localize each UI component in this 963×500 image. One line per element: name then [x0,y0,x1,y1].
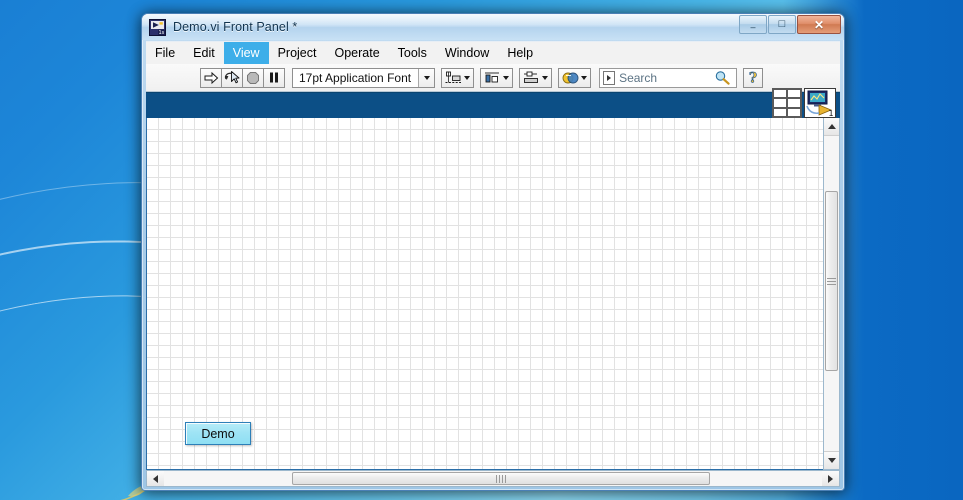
pin-icon[interactable] [603,70,616,85]
connector-pane-icon[interactable] [772,88,802,118]
labview-front-panel-window: 1s Demo.vi Front Panel * – □ ✕ File Edit… [141,13,845,491]
resize-objects-button[interactable] [519,67,553,88]
maximize-icon: □ [778,18,786,30]
menu-item-window[interactable]: Window [436,42,498,64]
menubar: File Edit View Project Operate Tools Win… [146,41,840,64]
search-placeholder: Search [619,70,658,85]
close-button[interactable]: ✕ [797,15,841,34]
connector-terminal[interactable] [787,107,801,117]
run-continuously-button[interactable] [221,67,243,88]
menu-item-view[interactable]: View [223,42,269,64]
run-arrow-icon [204,71,218,84]
abort-execution-icon [247,71,259,84]
reorder-button[interactable] [558,67,592,88]
connector-terminal[interactable] [773,89,787,99]
arrow-down-icon [827,458,836,463]
labview-vi-icon: 1s [149,18,166,36]
horizontal-scroll-thumb[interactable] [292,472,710,485]
front-panel-header-band: ✕ [146,92,840,118]
magnifier-icon[interactable] [714,70,731,85]
menu-item-file[interactable]: File [146,42,184,64]
align-objects-icon [445,71,462,83]
connector-terminal[interactable] [773,98,787,108]
abort-execution-button[interactable] [242,67,264,88]
close-icon: ✕ [813,17,825,32]
run-continuously-icon [224,71,239,84]
svg-text:1s: 1s [159,30,165,36]
scroll-thumb-grip [827,276,836,287]
horizontal-scrollbar[interactable] [146,470,840,487]
menu-item-tools[interactable]: Tools [389,42,436,64]
menu-item-edit[interactable]: Edit [184,42,224,64]
window-controls: – □ ✕ [738,15,841,34]
connector-terminal[interactable] [773,107,787,117]
window-title: Demo.vi Front Panel * [173,20,298,34]
arrow-right-icon [828,474,833,483]
distribute-objects-button[interactable] [480,67,514,88]
arrow-left-icon [153,474,158,483]
vi-icon-graphic: 1 [805,89,835,117]
connector-terminal[interactable] [787,89,801,99]
resize-objects-icon [524,71,539,83]
scroll-thumb-grip [495,474,507,483]
arrow-up-icon [827,124,836,129]
distribute-objects-icon [485,72,500,82]
vi-icon-number: 1 [828,109,833,117]
reorder-icon [562,72,579,83]
connector-pane-group: 1 [772,88,836,118]
minimize-button[interactable]: – [739,15,767,34]
maximize-button[interactable]: □ [768,15,796,34]
context-help-icon: ? [749,70,758,86]
run-controls-group [200,67,285,88]
context-help-button[interactable]: ? [743,67,764,88]
vertical-scroll-track[interactable] [824,136,839,451]
scroll-left-button[interactable] [147,471,164,486]
desktop-background: 1s Demo.vi Front Panel * – □ ✕ File Edit… [0,0,963,500]
front-panel-canvas-wrapper: Demo [146,118,823,470]
menu-item-operate[interactable]: Operate [325,42,388,64]
pause-button[interactable] [263,67,285,88]
front-panel-canvas[interactable]: Demo [147,118,823,469]
font-selector-value: 17pt Application Font [299,70,412,85]
toolbar: 17pt Application Font Search ? 1 [146,64,840,118]
svg-text:?: ? [749,71,757,86]
scroll-right-button[interactable] [822,471,839,486]
scroll-down-button[interactable] [824,451,839,469]
front-panel-area: Demo [146,118,840,470]
scroll-up-button[interactable] [824,118,839,136]
minimize-icon: – [750,22,756,32]
connector-terminal[interactable] [787,98,801,108]
menu-item-project[interactable]: Project [269,42,326,64]
align-objects-button[interactable] [441,67,475,88]
font-selector[interactable]: 17pt Application Font [292,67,436,88]
search-input[interactable]: Search [599,67,738,88]
chevron-down-icon[interactable] [418,68,435,87]
horizontal-scroll-track[interactable] [164,471,822,486]
vertical-scroll-thumb[interactable] [825,191,838,371]
vertical-scrollbar[interactable] [823,118,840,470]
run-button[interactable] [200,67,222,88]
pause-icon [270,72,278,83]
menu-item-help[interactable]: Help [498,42,542,64]
vi-icon-badge[interactable]: 1 [804,88,836,118]
demo-button[interactable]: Demo [185,422,251,445]
window-titlebar[interactable]: 1s Demo.vi Front Panel * – □ ✕ [142,14,844,40]
